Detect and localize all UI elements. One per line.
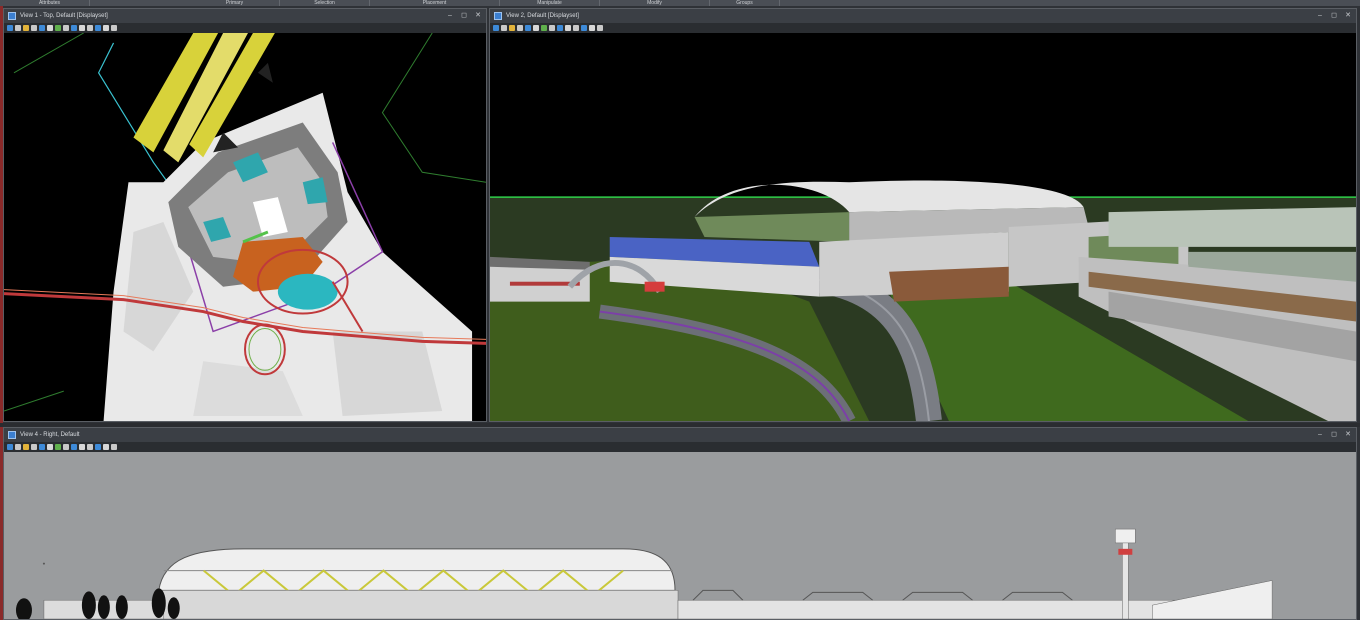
view-icon: [8, 431, 16, 439]
terminal-elevation-roof: [158, 548, 676, 591]
close-icon[interactable]: ✕: [1344, 430, 1352, 440]
minimize-icon[interactable]: –: [446, 11, 454, 21]
view-1-title-bar[interactable]: View 1 - Top, Default [Displayset] – ◻ ✕: [4, 9, 486, 23]
toolbar-tool-icon[interactable]: [23, 444, 29, 450]
toolbar-tool-icon[interactable]: [71, 444, 77, 450]
toolbar-tool-icon[interactable]: [533, 25, 539, 31]
toolbar-tool-icon[interactable]: [63, 444, 69, 450]
tree: [167, 597, 180, 619]
toolbar-tool-icon[interactable]: [509, 25, 515, 31]
toolbar-tool-icon[interactable]: [493, 25, 499, 31]
tree: [115, 595, 128, 619]
toolbar-tool-icon[interactable]: [23, 25, 29, 31]
toolbar-tool-icon[interactable]: [7, 25, 13, 31]
toolbar-tool-icon[interactable]: [103, 444, 109, 450]
close-icon[interactable]: ✕: [474, 11, 482, 21]
toolbar-tool-icon[interactable]: [79, 444, 85, 450]
toolbar-tool-icon[interactable]: [87, 444, 93, 450]
distant-buildings: [1108, 207, 1356, 247]
view-4-canvas[interactable]: [4, 452, 1356, 619]
ribbon-tab-attributes[interactable]: Attributes: [10, 0, 90, 6]
toolbar-tool-icon[interactable]: [47, 444, 53, 450]
minimize-icon[interactable]: –: [1316, 430, 1324, 440]
view-2-canvas[interactable]: [490, 33, 1356, 421]
toolbar-tool-icon[interactable]: [589, 25, 595, 31]
toolbar-tool-icon[interactable]: [581, 25, 587, 31]
view-4-title-bar[interactable]: View 4 - Right, Default – ◻ ✕: [4, 428, 1356, 442]
maximize-icon[interactable]: ◻: [460, 11, 468, 21]
toolbar-tool-icon[interactable]: [87, 25, 93, 31]
perspective-render: [490, 33, 1356, 421]
maximize-icon[interactable]: ◻: [1330, 11, 1338, 21]
tree: [81, 591, 96, 619]
toolbar-tool-icon[interactable]: [525, 25, 531, 31]
toolbar-tool-icon[interactable]: [597, 25, 603, 31]
view-2-toolbar: [490, 23, 1356, 33]
maximize-icon[interactable]: ◻: [1330, 430, 1338, 440]
view-2-perspective[interactable]: View 2, Default [Displayset] – ◻ ✕: [489, 8, 1357, 422]
site-plan-drawing: [4, 33, 486, 421]
toolbar-tool-icon[interactable]: [541, 25, 547, 31]
water-feature: [277, 273, 338, 310]
ribbon-tab-placement[interactable]: Placement: [370, 0, 500, 6]
toolbar-tool-icon[interactable]: [63, 25, 69, 31]
minimize-icon[interactable]: –: [1316, 11, 1324, 21]
ribbon-tab-groups[interactable]: Groups: [710, 0, 780, 6]
toolbar-tool-icon[interactable]: [573, 25, 579, 31]
toolbar-tool-icon[interactable]: [39, 444, 45, 450]
toolbar-tool-icon[interactable]: [79, 25, 85, 31]
view-4-toolbar: [4, 442, 1356, 452]
toolbar-tool-icon[interactable]: [95, 444, 101, 450]
view-4-title: View 4 - Right, Default: [20, 432, 80, 438]
view-icon: [8, 12, 16, 20]
view-1-canvas[interactable]: [4, 33, 486, 421]
toolbar-tool-icon[interactable]: [55, 444, 61, 450]
toolbar-tool-icon[interactable]: [501, 25, 507, 31]
view-icon: [494, 12, 502, 20]
view-1-toolbar: [4, 23, 486, 33]
view-2-title-bar[interactable]: View 2, Default [Displayset] – ◻ ✕: [490, 9, 1356, 23]
view-2-title: View 2, Default [Displayset]: [506, 13, 579, 19]
toolbar-tool-icon[interactable]: [31, 25, 37, 31]
toolbar-tool-icon[interactable]: [103, 25, 109, 31]
toolbar-tool-icon[interactable]: [39, 25, 45, 31]
ribbon-tab-modify[interactable]: Modify: [600, 0, 710, 6]
toolbar-tool-icon[interactable]: [55, 25, 61, 31]
ribbon-tab-bar: Attributes Primary Selection Placement M…: [0, 0, 1360, 6]
toolbar-tool-icon[interactable]: [15, 444, 21, 450]
app-window: Attributes Primary Selection Placement M…: [0, 0, 1360, 620]
ribbon-tab-selection[interactable]: Selection: [280, 0, 370, 6]
toolbar-tool-icon[interactable]: [7, 444, 13, 450]
toolbar-tool-icon[interactable]: [111, 25, 117, 31]
tree: [97, 595, 110, 619]
toolbar-tool-icon[interactable]: [15, 25, 21, 31]
close-icon[interactable]: ✕: [1344, 11, 1352, 21]
view-1-title: View 1 - Top, Default [Displayset]: [20, 13, 108, 19]
view-1-top[interactable]: View 1 - Top, Default [Displayset] – ◻ ✕: [3, 8, 487, 422]
view-4-right[interactable]: View 4 - Right, Default – ◻ ✕: [3, 427, 1357, 620]
toolbar-tool-icon[interactable]: [517, 25, 523, 31]
toolbar-tool-icon[interactable]: [71, 25, 77, 31]
toolbar-tool-icon[interactable]: [111, 444, 117, 450]
ribbon-tab-manipulate[interactable]: Manipulate: [500, 0, 600, 6]
toolbar-tool-icon[interactable]: [47, 25, 53, 31]
elevation-drawing: [4, 452, 1356, 619]
toolbar-tool-icon[interactable]: [557, 25, 563, 31]
toolbar-tool-icon[interactable]: [565, 25, 571, 31]
toolbar-tool-icon[interactable]: [549, 25, 555, 31]
toolbar-tool-icon[interactable]: [31, 444, 37, 450]
tree: [151, 588, 166, 619]
toolbar-tool-icon[interactable]: [95, 25, 101, 31]
satellite-elevation: [677, 599, 1178, 619]
ribbon-tab-primary[interactable]: Primary: [190, 0, 280, 6]
